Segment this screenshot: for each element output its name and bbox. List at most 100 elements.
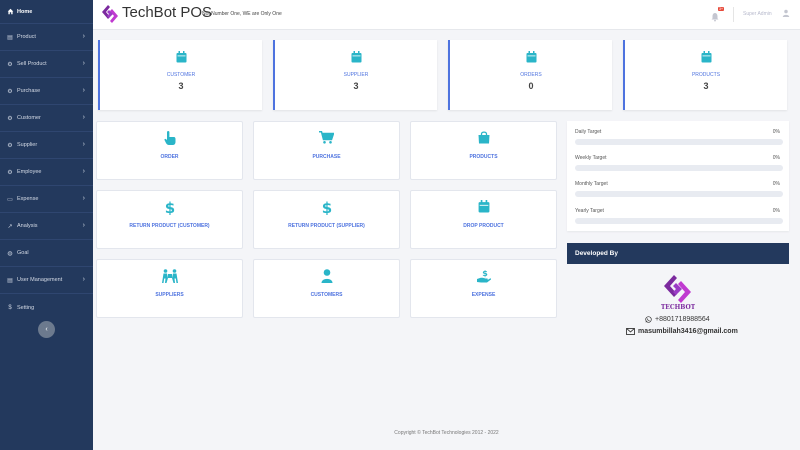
sidebar-item-purchase[interactable]: ⚙ Purchase ›	[0, 78, 93, 105]
calendar-icon	[275, 51, 437, 63]
target-percent: 0%	[772, 155, 780, 161]
cart-icon	[254, 131, 399, 144]
stat-value: 3	[703, 81, 709, 91]
sidebar-item-sell-product[interactable]: ⚙ Sell Product ›	[0, 51, 93, 78]
tile-order[interactable]: ORDER	[96, 121, 243, 180]
brand-slogan: Not Number One, WE are Only One	[202, 11, 282, 17]
sidebar-item-expense[interactable]: ▭ Expense ›	[0, 186, 93, 213]
bell-icon	[711, 13, 719, 22]
people-carry-icon	[97, 269, 242, 283]
sidebar-item-goal[interactable]: ◍ Goal	[0, 240, 93, 267]
sidebar-item-supplier[interactable]: ⚙ Supplier ›	[0, 132, 93, 159]
techbot-logo	[102, 5, 118, 23]
sidebar-item-label: Expense	[17, 196, 39, 202]
calendar-icon	[100, 51, 262, 63]
stat-label: CUSTOMER	[166, 72, 196, 78]
tile-label: RETURN PRODUCT (SUPPLIER)	[288, 223, 365, 229]
chart-icon: ↗	[7, 223, 13, 230]
supplier-icon: ⚙	[7, 142, 13, 149]
tile-products[interactable]: PRODUCTS	[410, 121, 557, 180]
sidebar-item-label: Setting	[17, 304, 35, 311]
tile-purchase[interactable]: PURCHASE	[253, 121, 400, 180]
tile-return-product-customer[interactable]: $ RETURN PRODUCT (CUSTOMER)	[96, 190, 243, 249]
target-name: Weekly Target	[575, 155, 607, 161]
chevron-right-icon: ›	[82, 195, 85, 202]
sidebar-item-label: Home	[17, 8, 33, 15]
user-icon	[254, 269, 399, 283]
sidebar-item-employee[interactable]: ⚙ Employee ›	[0, 159, 93, 186]
sidebar-item-product[interactable]: ▤ Product ›	[0, 24, 93, 51]
dollar-icon: $	[254, 200, 399, 215]
target-percent: 0%	[772, 208, 780, 214]
tile-label: PURCHASE	[312, 154, 341, 160]
developer-email[interactable]: masumbillah3416@gmail.com	[626, 328, 738, 335]
stat-card-orders[interactable]: ORDERS 0	[448, 40, 612, 110]
sidebar-item-label: Employee	[17, 169, 42, 175]
chevron-right-icon: ›	[82, 168, 85, 175]
developed-by-heading: Developed By	[567, 243, 789, 264]
calendar-icon	[450, 51, 612, 63]
tile-label: SUPPLIERS	[155, 292, 184, 298]
svg-text:TECHBOT: TECHBOT	[661, 304, 695, 311]
sidebar-item-customer[interactable]: ⚙ Customer ›	[0, 105, 93, 132]
tile-customers[interactable]: CUSTOMERS	[253, 259, 400, 318]
chevron-right-icon: ›	[82, 276, 85, 283]
sidebar-item-label: Customer	[17, 115, 41, 121]
target-percent: 0%	[772, 181, 780, 187]
sidebar-item-label: Product	[17, 34, 36, 40]
footer-copyright: Copyright © TechBot Technologies 2012 - …	[394, 430, 499, 436]
stat-label: ORDERS	[520, 72, 542, 78]
customer-icon: ⚙	[7, 115, 13, 122]
sidebar-item-setting[interactable]: $ Setting	[0, 294, 93, 321]
stat-card-supplier[interactable]: SUPPLIER 3	[273, 40, 437, 110]
brand-name: TechBot POS	[122, 4, 213, 21]
stat-card-customer[interactable]: CUSTOMER 3	[98, 40, 262, 110]
envelope-icon	[626, 328, 635, 335]
developer-logo: TECHBOT	[661, 275, 695, 311]
user-avatar-icon[interactable]	[782, 9, 790, 19]
target-percent: 0%	[772, 129, 780, 135]
tile-return-product-supplier[interactable]: $ RETURN PRODUCT (SUPPLIER)	[253, 190, 400, 249]
stat-value: 3	[353, 81, 359, 91]
svg-text:$: $	[165, 200, 175, 215]
tile-suppliers[interactable]: SUPPLIERS	[96, 259, 243, 318]
sidebar-collapse-button[interactable]: ‹	[38, 321, 55, 338]
hand-pointer-icon	[97, 131, 242, 145]
sidebar-item-home[interactable]: Home	[0, 0, 93, 24]
sidebar-item-user-management[interactable]: ▤ User Management ›	[0, 267, 93, 294]
sidebar-item-label: Supplier	[17, 142, 38, 148]
developer-email-text: masumbillah3416@gmail.com	[638, 328, 738, 335]
target-daily: Daily Target 0%	[575, 129, 783, 145]
chevron-right-icon: ›	[82, 33, 85, 40]
whatsapp-icon	[645, 316, 652, 323]
stat-value: 3	[178, 81, 184, 91]
tile-drop-product[interactable]: DROP PRODUCT	[410, 190, 557, 249]
stat-card-products[interactable]: PRODUCTS 3	[623, 40, 787, 110]
developer-phone-text: +8801718988564	[655, 316, 710, 323]
target-weekly: Weekly Target 0%	[575, 155, 783, 171]
chevron-right-icon: ›	[82, 114, 85, 121]
users-icon: ▤	[7, 277, 13, 284]
box-icon: ▤	[7, 34, 13, 41]
chevron-right-icon: ›	[82, 60, 85, 67]
sidebar-item-analysis[interactable]: ↗ Analysis ›	[0, 213, 93, 240]
stat-value: 0	[528, 81, 534, 91]
goal-icon: ◍	[7, 250, 13, 257]
target-name: Yearly Target	[575, 208, 604, 214]
calendar-icon	[411, 200, 556, 213]
target-name: Monthly Target	[575, 181, 608, 187]
tile-expense[interactable]: $ EXPENSE	[410, 259, 557, 318]
target-progress-bar	[575, 139, 783, 145]
dollar-icon: $	[8, 304, 12, 311]
chevron-right-icon: ›	[82, 222, 85, 229]
target-progress-bar	[575, 191, 783, 197]
tile-label: ORDER	[160, 154, 179, 160]
user-name[interactable]: Super Admin	[743, 11, 772, 17]
sidebar-item-label: User Management	[17, 277, 63, 283]
developer-phone[interactable]: +8801718988564	[645, 316, 710, 323]
sidebar-item-label: Goal	[17, 250, 29, 256]
svg-text:$: $	[482, 269, 488, 278]
notifications-button[interactable]: 3+	[710, 7, 724, 22]
topbar: TechBot POS Not Number One, WE are Only …	[93, 0, 800, 30]
sidebar-item-label: Analysis	[17, 223, 38, 229]
